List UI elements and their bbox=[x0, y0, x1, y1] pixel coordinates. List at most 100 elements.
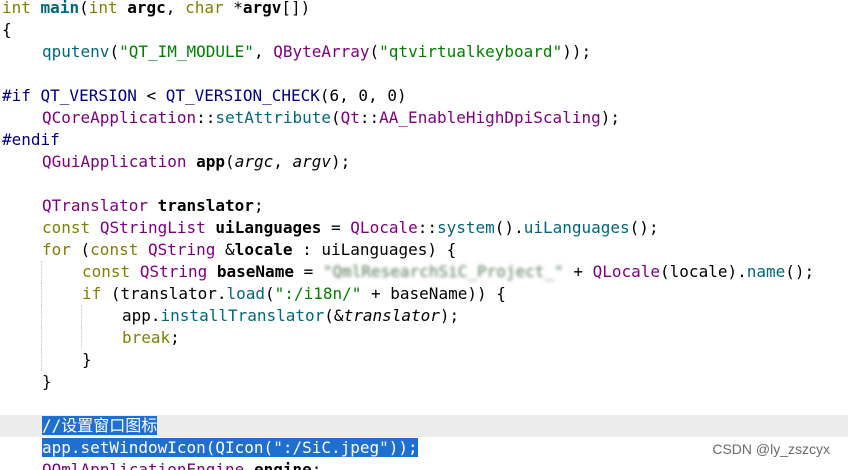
code-line[interactable]: QQmlApplicationEngine engine; bbox=[0, 459, 848, 470]
code-line[interactable]: app.installTranslator(&translator); bbox=[0, 305, 848, 327]
code-token: QString bbox=[147, 240, 216, 259]
code-token: //设置窗口图标 bbox=[42, 416, 158, 435]
code-line[interactable]: #endif bbox=[0, 129, 848, 151]
code-token: app. bbox=[122, 306, 161, 325]
code-token: int bbox=[88, 0, 118, 17]
code-token: argv bbox=[242, 0, 282, 17]
indent-guide bbox=[41, 261, 42, 283]
code-token: :: bbox=[417, 218, 437, 237]
code-token: ); bbox=[439, 306, 460, 325]
code-token: ( bbox=[330, 108, 341, 127]
code-token: for bbox=[42, 240, 71, 259]
code-line[interactable]: QTranslator translator; bbox=[0, 195, 848, 217]
code-token: system bbox=[437, 218, 495, 237]
code-token: locale bbox=[234, 240, 293, 259]
code-token: (); bbox=[785, 262, 815, 281]
code-token: ( bbox=[225, 152, 235, 171]
code-token: qputenv bbox=[42, 42, 110, 61]
code-line[interactable]: const QStringList uiLanguages = QLocale:… bbox=[0, 217, 848, 239]
code-token: ( bbox=[369, 42, 380, 61]
code-token: uiLanguages bbox=[523, 218, 630, 237]
code-token: )); bbox=[562, 42, 592, 61]
code-token: uiLanguages bbox=[215, 218, 322, 237]
code-line[interactable]: for (const QString &locale : uiLanguages… bbox=[0, 239, 848, 261]
code-token: ( bbox=[79, 0, 89, 17]
code-token: ); bbox=[600, 108, 620, 127]
code-line[interactable]: } bbox=[0, 349, 848, 371]
code-line[interactable] bbox=[0, 173, 848, 195]
code-token: (locale). bbox=[660, 262, 747, 281]
code-token: :: bbox=[196, 108, 216, 127]
code-token: ( bbox=[70, 240, 91, 259]
indent-guide bbox=[41, 283, 42, 305]
code-token: = bbox=[293, 262, 323, 281]
code-token: "qtvirtualkeyboard" bbox=[379, 42, 563, 61]
code-token: ":/i18n/" bbox=[274, 284, 362, 303]
code-line[interactable]: break; bbox=[0, 327, 848, 349]
code-line[interactable]: const QString baseName = "QmlResearchSiC… bbox=[0, 261, 848, 283]
code-token: QStringList bbox=[99, 218, 206, 237]
code-token: app bbox=[196, 152, 226, 171]
code-line[interactable]: if (translator.load(":/i18n/" + baseName… bbox=[0, 283, 848, 305]
code-token: int bbox=[2, 0, 31, 17]
code-token: AA_EnableHighDpiScaling bbox=[379, 108, 601, 127]
code-line[interactable]: { bbox=[0, 19, 848, 41]
code-token: : uiLanguages) { bbox=[292, 240, 457, 259]
code-token: #if bbox=[2, 86, 41, 105]
code-token: char bbox=[185, 0, 224, 17]
code-line[interactable] bbox=[0, 63, 848, 85]
code-token: QString bbox=[139, 262, 208, 281]
code-token: , bbox=[165, 0, 186, 17]
code-line[interactable]: qputenv("QT_IM_MODULE", QByteArray("qtvi… bbox=[0, 41, 848, 63]
code-token: = bbox=[321, 218, 351, 237]
code-token: QGuiApplication bbox=[42, 152, 187, 171]
code-token: QT_VERSION_CHECK bbox=[165, 86, 320, 105]
code-editor[interactable]: int main(int argc, char *argv[]){ qputenv… bbox=[0, 0, 848, 470]
code-token: name bbox=[746, 262, 786, 281]
code-token: const bbox=[42, 218, 91, 237]
code-line[interactable]: #if QT_VERSION < QT_VERSION_CHECK(6, 0, … bbox=[0, 85, 848, 107]
code-token: app.setWindowIcon(QIcon(":/SiC.jpeg")); bbox=[42, 438, 418, 457]
code-token: if bbox=[82, 284, 102, 303]
code-token: ; bbox=[311, 460, 322, 470]
code-token: baseName bbox=[216, 262, 294, 281]
csdn-watermark: CSDN @ly_zszcyx bbox=[710, 441, 832, 457]
code-line[interactable] bbox=[0, 393, 848, 415]
code-token: QCoreApplication bbox=[42, 108, 197, 127]
code-token: , bbox=[273, 152, 293, 171]
code-token: QT_VERSION bbox=[40, 86, 137, 105]
indent-guide bbox=[81, 305, 82, 327]
code-token: (). bbox=[494, 218, 524, 237]
code-line[interactable]: } bbox=[0, 371, 848, 393]
code-token: Qt bbox=[340, 108, 360, 127]
code-token: main bbox=[40, 0, 80, 17]
code-line[interactable]: QCoreApplication::setAttribute(Qt::AA_En… bbox=[0, 107, 848, 129]
code-token: #endif bbox=[2, 130, 60, 149]
code-token: break bbox=[122, 328, 171, 347]
code-line[interactable]: QGuiApplication app(argc, argv); bbox=[0, 151, 848, 173]
code-token: ); bbox=[331, 152, 351, 171]
code-token: } bbox=[82, 350, 92, 369]
code-token: & bbox=[215, 240, 235, 259]
code-token: "QmlResearchSiC_Project_" bbox=[322, 262, 564, 281]
code-token: installTranslator bbox=[160, 306, 325, 325]
code-line[interactable]: int main(int argc, char *argv[]) bbox=[0, 0, 848, 19]
code-token: } bbox=[42, 372, 52, 391]
code-token: []) bbox=[281, 0, 311, 17]
code-token: (& bbox=[324, 306, 344, 325]
code-token: load bbox=[226, 284, 266, 303]
indent-guide bbox=[41, 305, 42, 327]
code-line[interactable]: //设置窗口图标 bbox=[0, 415, 848, 437]
code-token: const bbox=[82, 262, 131, 281]
indent-guide bbox=[41, 349, 42, 371]
code-token: (translator. bbox=[101, 284, 227, 303]
code-token: ; bbox=[170, 328, 180, 347]
code-token: { bbox=[2, 20, 12, 39]
code-token: < bbox=[136, 86, 166, 105]
